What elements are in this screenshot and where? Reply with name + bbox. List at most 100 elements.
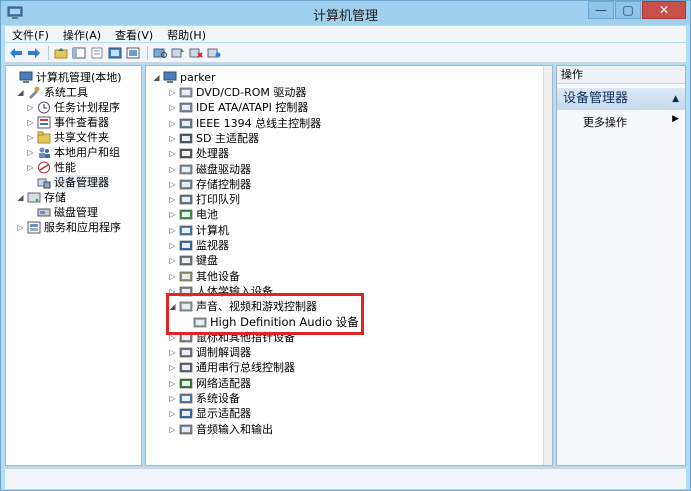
collapse-icon[interactable]: ◢ bbox=[16, 85, 25, 100]
menu-view[interactable]: 查看(V) bbox=[108, 26, 160, 42]
up-folder-icon[interactable] bbox=[53, 45, 68, 60]
expand-icon[interactable]: ▷ bbox=[168, 345, 177, 360]
device-category-label: IEEE 1394 总线主控制器 bbox=[196, 116, 322, 130]
vertical-scrollbar[interactable] bbox=[543, 66, 552, 465]
device-category-row[interactable]: ▷ 电池 bbox=[168, 207, 218, 222]
nav-item-local-users[interactable]: ▷ 本地用户和组 bbox=[26, 145, 120, 160]
forward-icon[interactable] bbox=[26, 45, 41, 60]
services-apps-icon bbox=[27, 221, 41, 234]
help-icon[interactable] bbox=[107, 45, 122, 60]
device-category-row[interactable]: ▷ DVD/CD-ROM 驱动器 bbox=[168, 85, 306, 100]
maximize-button[interactable]: ▢ bbox=[615, 1, 641, 19]
device-category-row[interactable]: ▷ 网络适配器 bbox=[168, 376, 251, 391]
menu-help[interactable]: 帮助(H) bbox=[160, 26, 213, 42]
computer-icon bbox=[163, 71, 177, 83]
expand-icon[interactable]: ▷ bbox=[168, 223, 177, 238]
device-category-row[interactable]: ▷ 处理器 bbox=[168, 146, 229, 161]
uninstall-icon[interactable] bbox=[188, 45, 203, 60]
device-category-row[interactable]: ▷ 系统设备 bbox=[168, 391, 240, 406]
device-category-label: 网络适配器 bbox=[196, 376, 251, 390]
expand-icon[interactable]: ▷ bbox=[168, 406, 177, 421]
device-category-row[interactable]: ▷ 显示适配器 bbox=[168, 406, 251, 421]
expand-icon[interactable]: ▷ bbox=[168, 391, 177, 406]
expand-icon[interactable]: ▷ bbox=[168, 177, 177, 192]
actions-section-device-manager[interactable]: 设备管理器 ▲ bbox=[557, 88, 685, 110]
nav-item-device-manager[interactable]: 设备管理器 bbox=[26, 175, 109, 190]
device-category-row[interactable]: ▷ 其他设备 bbox=[168, 269, 240, 284]
expand-icon[interactable]: ▷ bbox=[168, 146, 177, 161]
more-actions-link[interactable]: 更多操作 bbox=[583, 114, 627, 130]
view-icon[interactable] bbox=[125, 45, 140, 60]
nav-item-disk-management[interactable]: 磁盘管理 bbox=[26, 205, 98, 220]
status-bar bbox=[5, 468, 686, 489]
nav-item-computer-management[interactable]: 计算机管理(本地) bbox=[8, 70, 122, 85]
update-driver-icon[interactable] bbox=[170, 45, 185, 60]
expand-icon[interactable]: ▷ bbox=[168, 253, 177, 268]
collapse-icon[interactable]: ◢ bbox=[16, 190, 25, 205]
expand-icon[interactable]: ▷ bbox=[168, 376, 177, 391]
submenu-arrow-icon[interactable]: ▶ bbox=[672, 114, 679, 124]
expand-icon[interactable]: ▷ bbox=[168, 422, 177, 437]
device-category-row[interactable]: ▷ 磁盘驱动器 bbox=[168, 162, 251, 177]
navigation-tree-pane: 计算机管理(本地) ◢ 系统工具 ▷ 任务计划程序 ▷ 事件查看器 ▷ 共享文件… bbox=[5, 65, 142, 466]
expand-icon[interactable]: ▷ bbox=[168, 131, 177, 146]
menu-file[interactable]: 文件(F) bbox=[5, 26, 56, 42]
expand-icon[interactable]: ▷ bbox=[168, 207, 177, 222]
nav-item-performance[interactable]: ▷ 性能 bbox=[26, 160, 76, 175]
disable-device-icon[interactable] bbox=[206, 45, 221, 60]
sd-adapter-icon bbox=[179, 133, 193, 144]
expand-icon[interactable]: ▷ bbox=[168, 192, 177, 207]
device-category-row[interactable]: ▷ 键盘 bbox=[168, 253, 218, 268]
collapse-arrow-icon[interactable]: ▲ bbox=[672, 88, 679, 110]
nav-label: 本地用户和组 bbox=[54, 146, 120, 159]
back-icon[interactable] bbox=[8, 45, 23, 60]
nav-item-services-apps[interactable]: ▷ 服务和应用程序 bbox=[16, 220, 121, 235]
minimize-button[interactable]: — bbox=[588, 1, 614, 19]
expand-icon[interactable]: ▷ bbox=[26, 160, 35, 175]
toolbar-separator bbox=[48, 45, 49, 60]
display-adapter-icon bbox=[179, 408, 193, 419]
expand-icon[interactable]: ▷ bbox=[26, 115, 35, 130]
expand-icon[interactable]: ▷ bbox=[168, 360, 177, 375]
nav-item-shared-folders[interactable]: ▷ 共享文件夹 bbox=[26, 130, 109, 145]
device-category-row[interactable]: ▷ 调制解调器 bbox=[168, 345, 251, 360]
expand-icon[interactable]: ▷ bbox=[26, 145, 35, 160]
device-category-row[interactable]: ▷ 存储控制器 bbox=[168, 177, 251, 192]
nav-item-system-tools[interactable]: ◢ 系统工具 bbox=[16, 85, 88, 100]
ieee1394-icon bbox=[179, 118, 193, 128]
device-tree-root[interactable]: ◢ parker bbox=[152, 70, 215, 85]
menu-action[interactable]: 操作(A) bbox=[56, 26, 108, 42]
scan-hardware-icon[interactable] bbox=[152, 45, 167, 60]
collapse-icon[interactable]: ◢ bbox=[152, 70, 161, 85]
device-category-row[interactable]: ▷ 打印队列 bbox=[168, 192, 240, 207]
expand-icon[interactable]: ▷ bbox=[168, 238, 177, 253]
actions-header: 操作 bbox=[557, 66, 685, 84]
device-category-row[interactable]: ▷ IEEE 1394 总线主控制器 bbox=[168, 116, 321, 131]
device-category-row[interactable]: ▷ 计算机 bbox=[168, 223, 229, 238]
expand-icon[interactable]: ▷ bbox=[16, 220, 25, 235]
device-category-row[interactable]: ▷ 通用串行总线控制器 bbox=[168, 360, 295, 375]
device-category-label: 计算机 bbox=[196, 223, 229, 237]
expand-icon[interactable]: ▷ bbox=[168, 162, 177, 177]
device-category-row[interactable]: ▷ 音频输入和输出 bbox=[168, 422, 273, 437]
expand-icon[interactable]: ▷ bbox=[26, 100, 35, 115]
annotation-highlight-box bbox=[166, 293, 364, 335]
close-button[interactable]: ✕ bbox=[642, 1, 686, 19]
device-category-row[interactable]: ▷ 监视器 bbox=[168, 238, 229, 253]
expand-icon[interactable]: ▷ bbox=[168, 269, 177, 284]
device-category-row[interactable]: ▷ IDE ATA/ATAPI 控制器 bbox=[168, 100, 308, 115]
system-devices-icon bbox=[179, 393, 193, 404]
nav-item-task-scheduler[interactable]: ▷ 任务计划程序 bbox=[26, 100, 120, 115]
show-hide-tree-icon[interactable] bbox=[71, 45, 86, 60]
title-bar[interactable]: 计算机管理 — ▢ ✕ bbox=[1, 1, 690, 25]
task-scheduler-icon bbox=[38, 101, 50, 114]
expand-icon[interactable]: ▷ bbox=[168, 85, 177, 100]
expand-icon[interactable]: ▷ bbox=[168, 116, 177, 131]
nav-item-storage[interactable]: ◢ 存储 bbox=[16, 190, 66, 205]
expand-icon[interactable]: ▷ bbox=[168, 100, 177, 115]
computer-management-window: 计算机管理 — ▢ ✕ 文件(F) 操作(A) 查看(V) 帮助(H) 计算机管… bbox=[0, 0, 691, 491]
nav-item-event-viewer[interactable]: ▷ 事件查看器 bbox=[26, 115, 109, 130]
expand-icon[interactable]: ▷ bbox=[26, 130, 35, 145]
properties-icon[interactable] bbox=[89, 45, 104, 60]
device-category-row[interactable]: ▷ SD 主适配器 bbox=[168, 131, 259, 146]
